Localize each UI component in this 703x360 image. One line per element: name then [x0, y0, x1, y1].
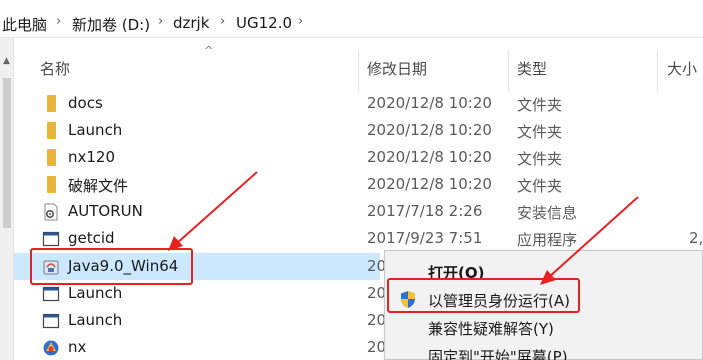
- breadcrumb-chevron-icon[interactable]: ›: [158, 14, 163, 29]
- menu-item-label: 兼容性疑难解答(Y): [428, 320, 554, 338]
- file-row[interactable]: nx120 2020/12/8 10:20 文件夹: [14, 144, 703, 171]
- menu-item-label: 固定到"开始"屏幕(P): [428, 348, 568, 360]
- menu-item-pin-to-start[interactable]: 固定到"开始"屏幕(P): [385, 341, 703, 360]
- file-date: 2020/12/8 10:20: [367, 175, 492, 193]
- file-size: 2,2: [689, 229, 703, 247]
- file-type: 文件夹: [517, 150, 563, 168]
- file-row[interactable]: AUTORUN 2017/7/18 2:26 安装信息: [14, 198, 703, 225]
- column-divider[interactable]: [358, 50, 359, 92]
- app-window-icon: [42, 231, 60, 247]
- column-divider[interactable]: [657, 50, 658, 92]
- file-date: 2020/12/8 10:20: [367, 94, 492, 112]
- file-name: AUTORUN: [68, 202, 143, 220]
- folder-icon: [47, 149, 56, 166]
- app-window-icon: [42, 286, 60, 302]
- file-date: 2017/7/18 2:26: [367, 202, 483, 220]
- breadcrumb-chevron-icon[interactable]: ›: [220, 14, 225, 29]
- breadcrumb-drive-d[interactable]: 新加卷 (D:): [72, 14, 150, 35]
- column-header-type[interactable]: 类型: [517, 58, 547, 79]
- column-header-name[interactable]: 名称: [40, 58, 70, 79]
- folder-icon: [47, 95, 56, 112]
- file-type: 安装信息: [517, 204, 578, 222]
- file-name: nx: [68, 338, 87, 356]
- file-name: nx120: [68, 148, 116, 166]
- folder-icon: [47, 122, 56, 139]
- file-type: 应用程序: [517, 231, 578, 249]
- column-header-size[interactable]: 大小: [667, 58, 697, 79]
- settings-file-icon: [44, 203, 58, 221]
- breadcrumb-chevron-icon[interactable]: ›: [56, 14, 61, 29]
- file-type: 文件夹: [517, 96, 563, 114]
- navigation-pane-scrollbar[interactable]: ▲: [0, 38, 14, 360]
- annotation-box: [387, 278, 580, 313]
- column-header: ^ 名称 修改日期 类型 大小: [14, 38, 703, 96]
- file-row[interactable]: docs 2020/12/8 10:20 文件夹: [14, 90, 703, 117]
- file-type: 文件夹: [517, 177, 563, 195]
- file-name: Launch: [68, 311, 123, 329]
- file-type: 文件夹: [517, 123, 563, 141]
- file-name: getcid: [68, 229, 115, 247]
- menu-item-compatibility[interactable]: 兼容性疑难解答(Y): [385, 313, 703, 341]
- app-window-icon: [42, 313, 60, 329]
- folder-icon: [47, 176, 56, 193]
- nx-logo-icon: [43, 340, 59, 356]
- scrollbar-thumb[interactable]: [3, 78, 11, 228]
- file-row[interactable]: Launch 2020/12/8 10:20 文件夹: [14, 117, 703, 144]
- breadcrumb-dzrjk[interactable]: dzrjk: [173, 14, 209, 32]
- file-date: 2017/9/23 7:51: [367, 229, 483, 247]
- file-name: Launch: [68, 284, 123, 302]
- sort-ascending-icon: ^: [204, 44, 214, 57]
- breadcrumb-this-pc[interactable]: 此电脑: [2, 14, 47, 35]
- file-name: Launch: [68, 121, 123, 139]
- scroll-up-icon[interactable]: ▲: [3, 56, 10, 66]
- file-name: 破解文件: [68, 177, 129, 195]
- file-row[interactable]: 破解文件 2020/12/8 10:20 文件夹: [14, 171, 703, 198]
- column-header-date[interactable]: 修改日期: [367, 58, 427, 79]
- annotation-box: [30, 248, 193, 285]
- breadcrumb-chevron-icon[interactable]: ›: [298, 14, 303, 29]
- file-date: 2020/12/8 10:20: [367, 148, 492, 166]
- address-bar[interactable]: 此电脑 › 新加卷 (D:) › dzrjk › UG12.0 ›: [0, 0, 703, 38]
- column-divider[interactable]: [508, 50, 509, 92]
- breadcrumb-ug12[interactable]: UG12.0: [236, 14, 292, 32]
- file-name: docs: [68, 94, 103, 112]
- file-date: 2020/12/8 10:20: [367, 121, 492, 139]
